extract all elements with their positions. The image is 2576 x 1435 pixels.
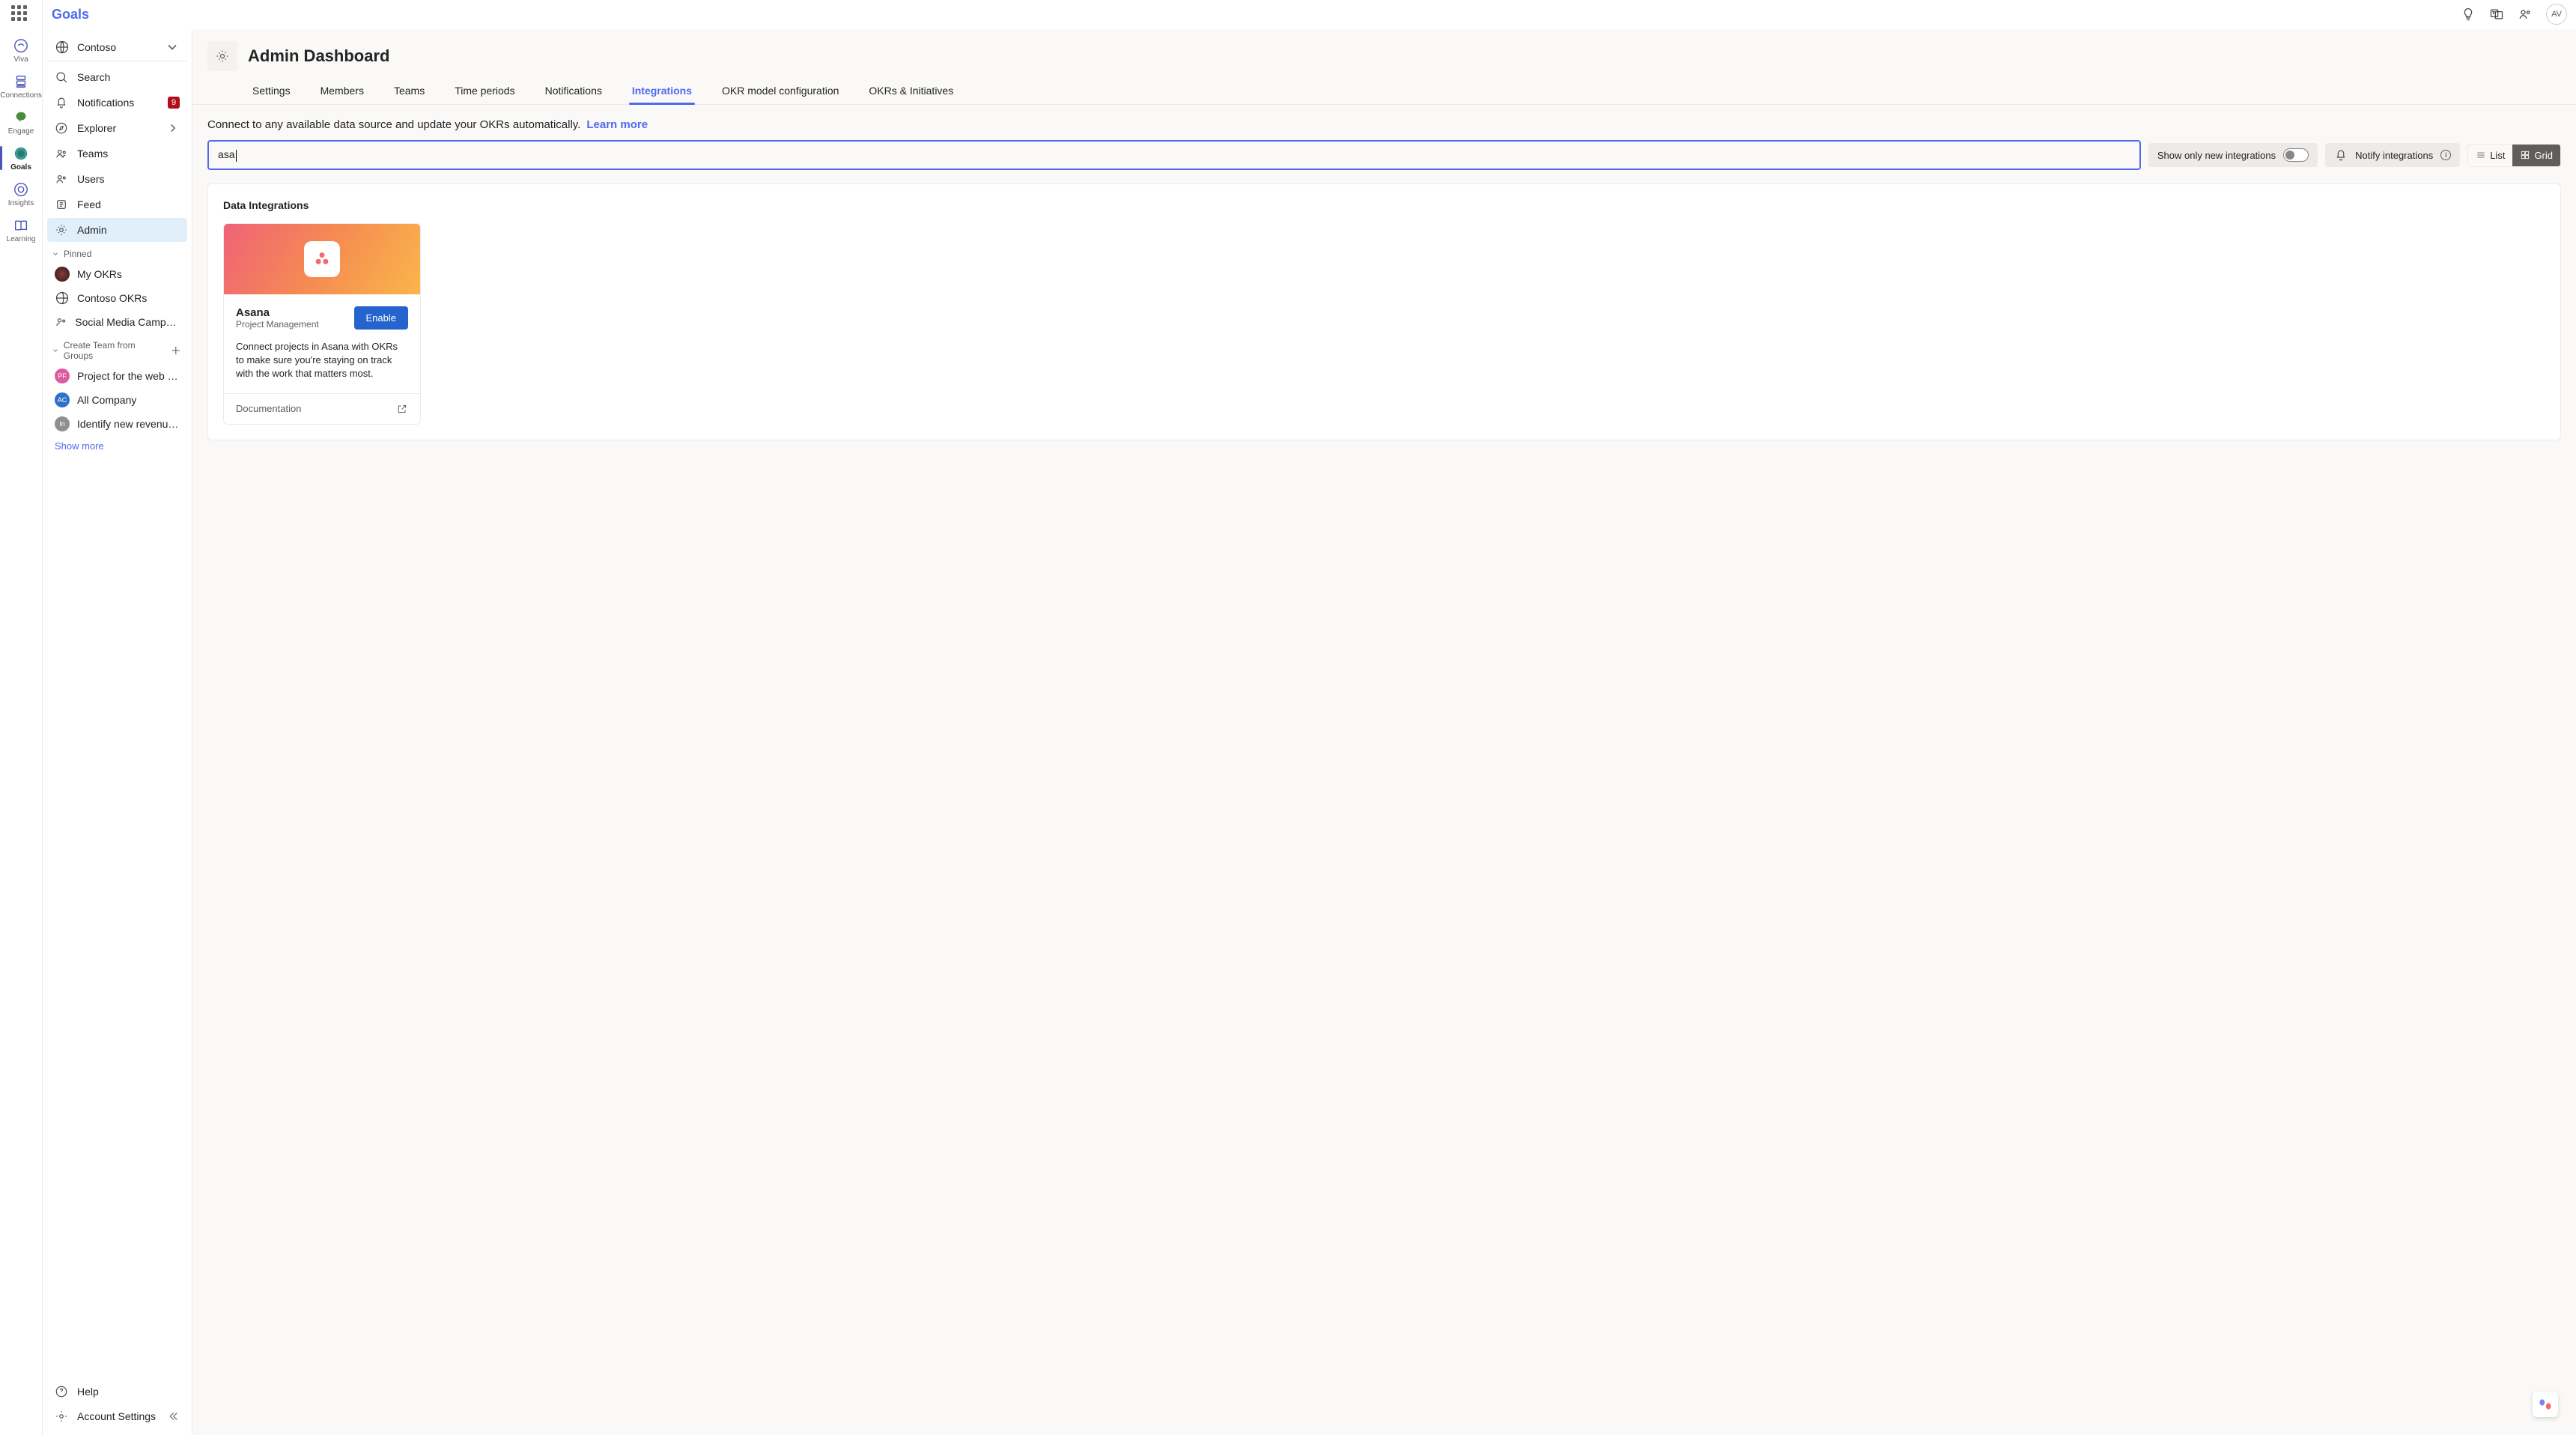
rail-goals[interactable]: Goals <box>0 140 42 176</box>
rail-learning[interactable]: Learning <box>0 212 42 248</box>
integrations-panel: Data Integrations AsanaProject Managemen… <box>207 183 2561 440</box>
toggle-switch[interactable] <box>2283 148 2309 162</box>
documentation-link[interactable]: Documentation <box>224 393 420 424</box>
tab-settings[interactable]: Settings <box>249 79 294 104</box>
panel-title: Data Integrations <box>223 199 2545 211</box>
app-launcher-icon[interactable] <box>11 5 31 25</box>
tab-notifications[interactable]: Notifications <box>542 79 605 104</box>
bell-icon <box>55 96 68 109</box>
card-name: Asana <box>236 306 319 319</box>
compass-icon <box>55 121 68 135</box>
groups-section[interactable]: Create Team from Groups <box>47 334 187 364</box>
gear-icon <box>55 1410 68 1423</box>
integration-search[interactable]: asa <box>207 140 2141 170</box>
page-icon <box>207 41 237 71</box>
card-description: Connect projects in Asana with OKRs to m… <box>236 340 408 381</box>
rail-connections[interactable]: Connections <box>0 68 42 104</box>
view-list[interactable]: List <box>2468 145 2512 166</box>
okr-icon <box>55 315 67 330</box>
nav-help[interactable]: Help <box>47 1380 187 1404</box>
pinned-my-okrs[interactable]: My OKRs <box>47 262 187 286</box>
pinned-contoso-okrs[interactable]: Contoso OKRs <box>47 286 187 310</box>
show-new-toggle[interactable]: Show only new integrations <box>2148 143 2318 167</box>
info-icon[interactable]: i <box>2440 150 2451 160</box>
help-icon <box>55 1385 68 1398</box>
add-icon[interactable] <box>169 344 183 357</box>
integration-card-asana: AsanaProject Management Enable Connect p… <box>223 223 421 425</box>
rail-insights[interactable]: Insights <box>0 176 42 212</box>
nav-account-settings[interactable]: Account Settings <box>47 1404 187 1428</box>
nav-search[interactable]: Search <box>47 65 187 89</box>
tab-time-periods[interactable]: Time periods <box>452 79 517 104</box>
nav-users[interactable]: Users <box>47 167 187 191</box>
copilot-fab[interactable] <box>2533 1392 2558 1417</box>
group-identify-revenue[interactable]: InIdentify new revenue … <box>47 412 187 436</box>
search-value: asa <box>218 148 237 161</box>
chevron-down-icon <box>52 347 59 354</box>
language-icon[interactable] <box>2489 7 2504 22</box>
nav-feed[interactable]: Feed <box>47 192 187 216</box>
brand-title: Goals <box>52 7 89 22</box>
org-selector[interactable]: Contoso <box>47 34 187 61</box>
page-title: Admin Dashboard <box>248 46 389 66</box>
bell-icon <box>2334 148 2348 162</box>
view-switcher: List Grid <box>2467 144 2561 167</box>
admin-tabs: Settings Members Teams Time periods Noti… <box>192 71 2576 105</box>
tab-okr-model[interactable]: OKR model configuration <box>719 79 842 104</box>
feed-icon <box>55 198 68 211</box>
view-grid[interactable]: Grid <box>2512 145 2560 166</box>
tab-members[interactable]: Members <box>318 79 367 104</box>
nav-teams[interactable]: Teams <box>47 142 187 166</box>
user-avatar[interactable]: AV <box>2546 4 2567 25</box>
enable-button[interactable]: Enable <box>354 306 408 330</box>
main-content: Admin Dashboard Settings Members Teams T… <box>192 29 2576 1435</box>
chevron-right-icon <box>166 121 180 135</box>
globe-icon <box>55 40 70 55</box>
pinned-section[interactable]: Pinned <box>47 243 187 262</box>
notifications-badge: 9 <box>168 97 180 109</box>
chevron-down-icon <box>52 250 59 258</box>
pinned-social-media[interactable]: Social Media Campaign… <box>47 310 187 334</box>
people-settings-icon[interactable] <box>2518 7 2533 22</box>
show-more-link[interactable]: Show more <box>47 436 187 456</box>
asana-logo <box>304 241 340 277</box>
rail-engage[interactable]: Engage <box>0 104 42 140</box>
collapse-icon[interactable] <box>166 1410 180 1423</box>
card-subtitle: Project Management <box>236 319 319 330</box>
rail-viva[interactable]: Viva <box>0 32 42 68</box>
app-rail: Viva Connections Engage Goals Insights L… <box>0 0 43 1435</box>
nav-explorer[interactable]: Explorer <box>47 116 187 140</box>
teams-icon <box>55 147 68 160</box>
intro-text: Connect to any available data source and… <box>207 118 580 131</box>
users-icon <box>55 172 68 186</box>
globe-icon <box>55 291 70 306</box>
group-all-company[interactable]: ACAll Company <box>47 388 187 412</box>
tab-teams[interactable]: Teams <box>391 79 428 104</box>
gear-icon <box>55 223 68 237</box>
nav-admin[interactable]: Admin <box>47 218 187 242</box>
lightbulb-icon[interactable] <box>2461 7 2476 22</box>
notify-integrations[interactable]: Notify integrationsi <box>2325 143 2460 167</box>
topbar: Goals AV <box>43 0 2576 29</box>
search-icon <box>55 70 68 84</box>
org-name: Contoso <box>77 41 116 53</box>
external-link-icon <box>396 403 408 415</box>
nav-notifications[interactable]: Notifications9 <box>47 91 187 115</box>
chevron-down-icon <box>165 40 180 55</box>
tab-okrs-initiatives[interactable]: OKRs & Initiatives <box>866 79 956 104</box>
tab-integrations[interactable]: Integrations <box>629 79 695 104</box>
learn-more-link[interactable]: Learn more <box>586 118 648 131</box>
side-nav: Contoso Search Notifications9 Explorer T… <box>43 29 192 1435</box>
group-project-web[interactable]: PFProject for the web (i… <box>47 364 187 388</box>
